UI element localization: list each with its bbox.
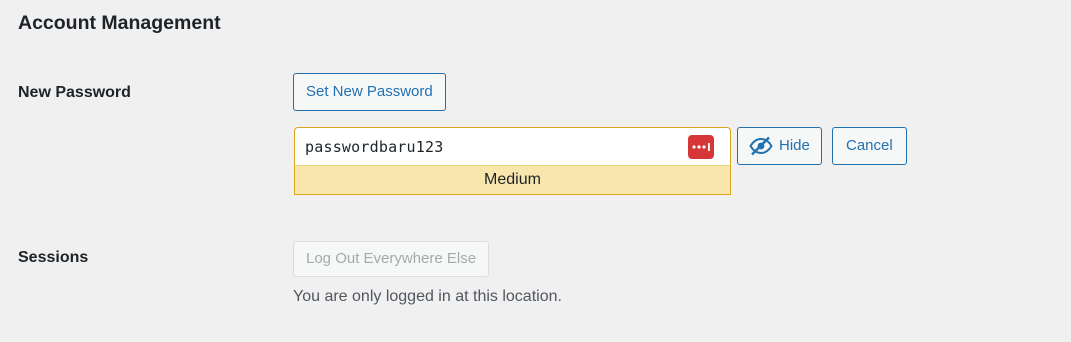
cancel-button[interactable]: Cancel — [832, 127, 907, 165]
password-input-value: passwordbaru123 — [305, 137, 444, 156]
log-out-everywhere-else-label: Log Out Everywhere Else — [306, 250, 477, 267]
sessions-description: You are only logged in at this location. — [293, 288, 562, 305]
new-password-label: New Password — [18, 84, 131, 101]
log-out-everywhere-else-button[interactable]: Log Out Everywhere Else — [293, 241, 490, 277]
password-field-group: passwordbaru123 Medium — [294, 127, 731, 195]
section-title: Account Management — [18, 12, 221, 34]
cancel-button-label: Cancel — [846, 137, 893, 154]
password-input[interactable]: passwordbaru123 — [294, 127, 731, 165]
set-new-password-button-label: Set New Password — [306, 83, 433, 100]
hide-password-button[interactable]: Hide — [737, 127, 822, 165]
account-management-page: Account Management New Password Set New … — [0, 0, 1071, 342]
sessions-label: Sessions — [18, 249, 89, 266]
password-manager-dots-icon[interactable] — [688, 135, 714, 159]
password-strength-meter: Medium — [294, 165, 731, 195]
hide-button-label: Hide — [779, 137, 810, 154]
eye-slash-icon — [749, 136, 773, 156]
set-new-password-button[interactable]: Set New Password — [293, 73, 446, 111]
